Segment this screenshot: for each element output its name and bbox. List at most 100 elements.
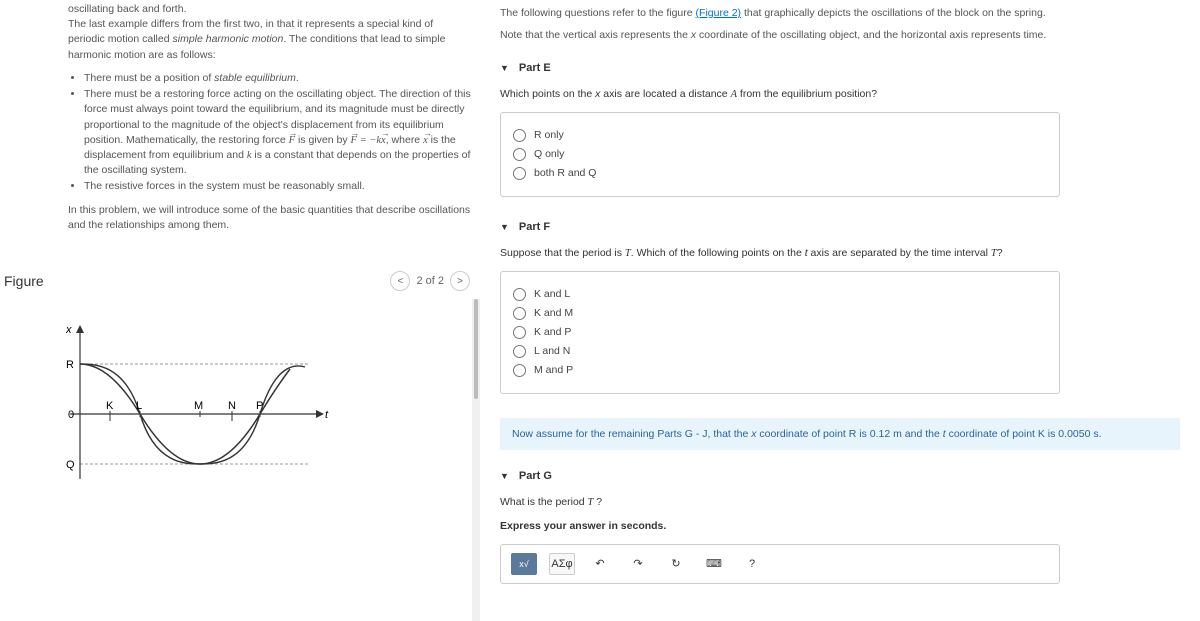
intro-block: oscillating back and forth. The last exa… bbox=[0, 0, 480, 243]
axis-t-label: t bbox=[325, 409, 329, 421]
collapse-icon: ▼ bbox=[500, 63, 509, 73]
oscillation-graph: x t R 0 Q K L M N P bbox=[40, 319, 340, 489]
figure-reference-note: The following questions refer to the fig… bbox=[500, 6, 1180, 44]
figure-title: Figure bbox=[4, 273, 44, 289]
pt-N: N bbox=[228, 400, 236, 412]
part-f-header[interactable]: ▼ Part F bbox=[500, 221, 1180, 233]
pg-qa: What is the period bbox=[500, 496, 588, 508]
pt-P: P bbox=[256, 400, 263, 412]
part-g-header[interactable]: ▼ Part G bbox=[500, 470, 1180, 482]
collapse-icon: ▼ bbox=[500, 471, 509, 481]
part-g-sub: Express your answer in seconds. bbox=[500, 520, 1180, 532]
opt-r-only[interactable]: R only bbox=[513, 129, 1047, 142]
intro-closing: In this problem, we will introduce some … bbox=[68, 203, 472, 233]
pe-qb: axis are located a distance bbox=[600, 88, 730, 100]
radio-kp[interactable] bbox=[513, 326, 526, 339]
pg-qb: ? bbox=[593, 496, 602, 508]
pe-qa: Which points on the bbox=[500, 88, 595, 100]
lbl-ln: L and N bbox=[534, 345, 570, 357]
part-f: ▼ Part F Suppose that the period is T. Wh… bbox=[500, 221, 1180, 394]
part-f-options: K and L K and M K and P L and N M and P bbox=[500, 271, 1060, 394]
bullet-3: The resistive forces in the system must … bbox=[84, 179, 472, 194]
part-g-title: Part G bbox=[519, 470, 552, 482]
note-b: coordinate of the oscillating object, an… bbox=[696, 29, 1046, 41]
pager-prev-button[interactable]: < bbox=[390, 271, 410, 291]
pt-M: M bbox=[194, 400, 203, 412]
radio-ln[interactable] bbox=[513, 345, 526, 358]
lbl-kl: K and L bbox=[534, 288, 570, 300]
part-g-question: What is the period T ? bbox=[500, 496, 1180, 508]
opt-kl[interactable]: K and L bbox=[513, 288, 1047, 301]
equation-editor-button[interactable]: x√ bbox=[511, 553, 537, 575]
part-e-title: Part E bbox=[519, 62, 551, 74]
part-e-question: Which points on the x axis are located a… bbox=[500, 88, 1180, 100]
collapse-icon: ▼ bbox=[500, 222, 509, 232]
undo-button[interactable]: ↶ bbox=[587, 553, 613, 575]
pager-next-button[interactable]: > bbox=[450, 271, 470, 291]
radio-kl[interactable] bbox=[513, 288, 526, 301]
pager-label: 2 of 2 bbox=[416, 275, 444, 287]
intro-p1: oscillating back and forth. bbox=[68, 2, 472, 17]
ban-b: coordinate of point R is 0.12 bbox=[757, 428, 894, 440]
top-a: The following questions refer to the fig… bbox=[500, 7, 696, 19]
opt-ln[interactable]: L and N bbox=[513, 345, 1047, 358]
assumption-banner: Now assume for the remaining Parts G - J… bbox=[500, 418, 1180, 450]
keyboard-icon[interactable]: ⌨ bbox=[701, 553, 727, 575]
lbl-mp: M and P bbox=[534, 364, 573, 376]
pt-0: 0 bbox=[68, 409, 74, 421]
part-e: ▼ Part E Which points on the x axis are l… bbox=[500, 62, 1180, 197]
opt-kp[interactable]: K and P bbox=[513, 326, 1047, 339]
radio-both[interactable] bbox=[513, 167, 526, 180]
ban-c: and the bbox=[902, 428, 943, 440]
answer-toolbar: x√ ΑΣφ ↶ ↷ ↻ ⌨ ? bbox=[500, 544, 1060, 584]
lbl-km: K and M bbox=[534, 307, 573, 319]
b1a: There must be a position of bbox=[84, 72, 214, 84]
ban-a: Now assume for the remaining Parts G - J… bbox=[512, 428, 751, 440]
bullet-1: There must be a position of stable equil… bbox=[84, 71, 472, 86]
opt-q-label: Q only bbox=[534, 148, 564, 160]
opt-both-rq[interactable]: both R and Q bbox=[513, 167, 1047, 180]
axis-x-label: x bbox=[65, 324, 72, 336]
opt-km[interactable]: K and M bbox=[513, 307, 1047, 320]
opt-q-only[interactable]: Q only bbox=[513, 148, 1047, 161]
pf-qa: Suppose that the period is bbox=[500, 247, 625, 259]
figure-pager: < 2 of 2 > bbox=[390, 271, 470, 291]
part-g: ▼ Part G What is the period T ? Express y… bbox=[500, 470, 1180, 584]
intro-p2: The last example differs from the first … bbox=[68, 17, 472, 63]
opt-mp[interactable]: M and P bbox=[513, 364, 1047, 377]
b1b: . bbox=[296, 72, 299, 84]
pe-qc: from the equilibrium position? bbox=[737, 88, 877, 100]
note-a: Note that the vertical axis represents t… bbox=[500, 29, 691, 41]
help-button[interactable]: ? bbox=[739, 553, 765, 575]
ban-d: coordinate of point K is 0.0050 bbox=[946, 428, 1094, 440]
intro-shm: simple harmonic motion bbox=[172, 33, 283, 45]
bullet-2: There must be a restoring force acting o… bbox=[84, 87, 472, 178]
radio-q-only[interactable] bbox=[513, 148, 526, 161]
pt-Q: Q bbox=[66, 459, 75, 471]
reset-button[interactable]: ↻ bbox=[663, 553, 689, 575]
b2c: , where bbox=[386, 134, 423, 146]
pt-L: L bbox=[136, 400, 142, 412]
pt-K: K bbox=[106, 400, 114, 412]
part-f-title: Part F bbox=[519, 221, 550, 233]
symbols-button[interactable]: ΑΣφ bbox=[549, 553, 575, 575]
b2b: is given by bbox=[295, 134, 350, 146]
radio-km[interactable] bbox=[513, 307, 526, 320]
figure-link[interactable]: (Figure 2) bbox=[696, 7, 742, 19]
top-b: that graphically depicts the oscillation… bbox=[741, 7, 1046, 19]
opt-r-label: R only bbox=[534, 129, 564, 141]
opt-both-label: both R and Q bbox=[534, 167, 596, 179]
part-e-header[interactable]: ▼ Part E bbox=[500, 62, 1180, 74]
lbl-kp: K and P bbox=[534, 326, 571, 338]
radio-r-only[interactable] bbox=[513, 129, 526, 142]
ban-m: m bbox=[893, 428, 902, 440]
radio-mp[interactable] bbox=[513, 364, 526, 377]
pf-qb: . Which of the following points on the bbox=[631, 247, 805, 259]
pt-R: R bbox=[66, 359, 74, 371]
b1em: stable equilibrium bbox=[214, 72, 296, 84]
redo-button[interactable]: ↷ bbox=[625, 553, 651, 575]
ban-e: . bbox=[1099, 428, 1102, 440]
part-f-question: Suppose that the period is T. Which of t… bbox=[500, 247, 1180, 259]
pf-qc: axis are separated by the time interval bbox=[808, 247, 991, 259]
figure-panel: x t R 0 Q K L M N P bbox=[0, 299, 480, 621]
